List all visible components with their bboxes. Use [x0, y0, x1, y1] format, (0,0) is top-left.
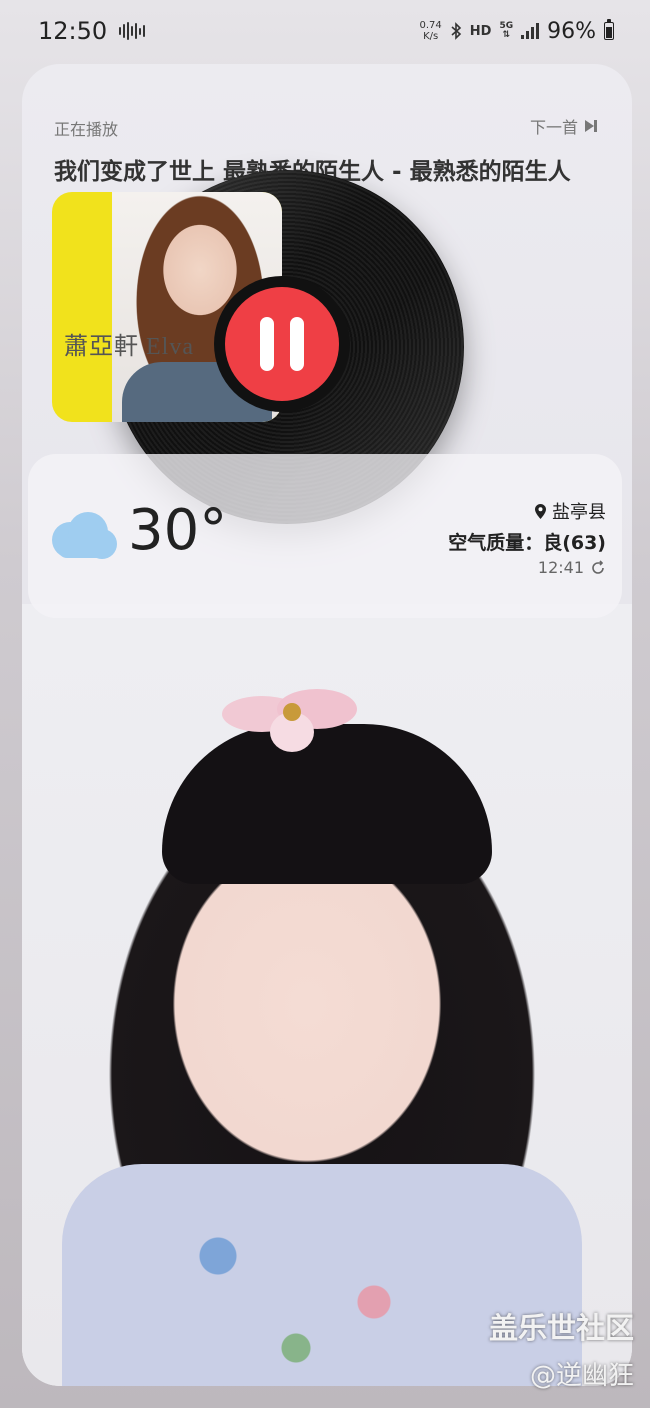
- network-speed: 0.74 K/s: [420, 20, 442, 42]
- air-quality: 空气质量：良(63): [448, 532, 606, 554]
- temperature: 30°: [128, 498, 228, 563]
- network-speed-unit: K/s: [423, 31, 439, 42]
- hd-icon: HD: [469, 23, 492, 39]
- now-playing-label: 正在播放: [54, 120, 119, 139]
- watermark: 盖乐世社区 @逆幽狂: [489, 1305, 634, 1392]
- flower-icon: [222, 689, 357, 752]
- watermark-user: @逆幽狂: [529, 1361, 634, 1391]
- audio-wave-icon: [119, 22, 146, 40]
- weather-widget[interactable]: 30° 盐亭县 空气质量：良(63) 12:41: [28, 454, 622, 618]
- battery-percent: 96%: [547, 18, 596, 44]
- updated-time: 12:41: [537, 558, 584, 577]
- location-name: 盐亭县: [552, 502, 606, 523]
- cloud-icon: [52, 512, 117, 559]
- weather-updated: 12:41: [538, 558, 606, 577]
- watermark-site: 盖乐世社区: [488, 1311, 634, 1345]
- next-track-button[interactable]: 下一首: [530, 114, 598, 138]
- skip-next-icon: [585, 120, 597, 132]
- location: 盐亭县: [535, 498, 606, 524]
- bluetooth-icon: [451, 22, 461, 40]
- location-pin-icon: [535, 503, 546, 519]
- status-left: 12:50: [38, 17, 146, 45]
- album-art-text: 蕭亞軒 Elva: [64, 334, 194, 360]
- next-track-label: 下一首: [529, 118, 578, 137]
- data-arrows-icon: ⇅: [502, 30, 511, 40]
- wallpaper-photo: [22, 604, 632, 1386]
- pause-button[interactable]: [214, 276, 350, 412]
- clock: 12:50: [38, 17, 108, 45]
- lockscreen-card: 正在播放 下一首 我们变成了世上 最熟悉的陌生人 - 最熟悉的陌生人 蕭亞軒 E…: [22, 64, 632, 1386]
- status-right: 0.74 K/s HD 5G ⇅ 96%: [420, 18, 614, 44]
- signal-icon: [521, 23, 540, 39]
- battery-icon: [604, 19, 614, 40]
- network-speed-value: 0.74: [419, 20, 442, 31]
- 5g-icon: 5G ⇅: [499, 22, 513, 40]
- pause-icon: [225, 287, 339, 401]
- refresh-icon[interactable]: [590, 559, 606, 576]
- status-bar: 12:50 0.74 K/s HD 5G ⇅ 96%: [0, 0, 650, 62]
